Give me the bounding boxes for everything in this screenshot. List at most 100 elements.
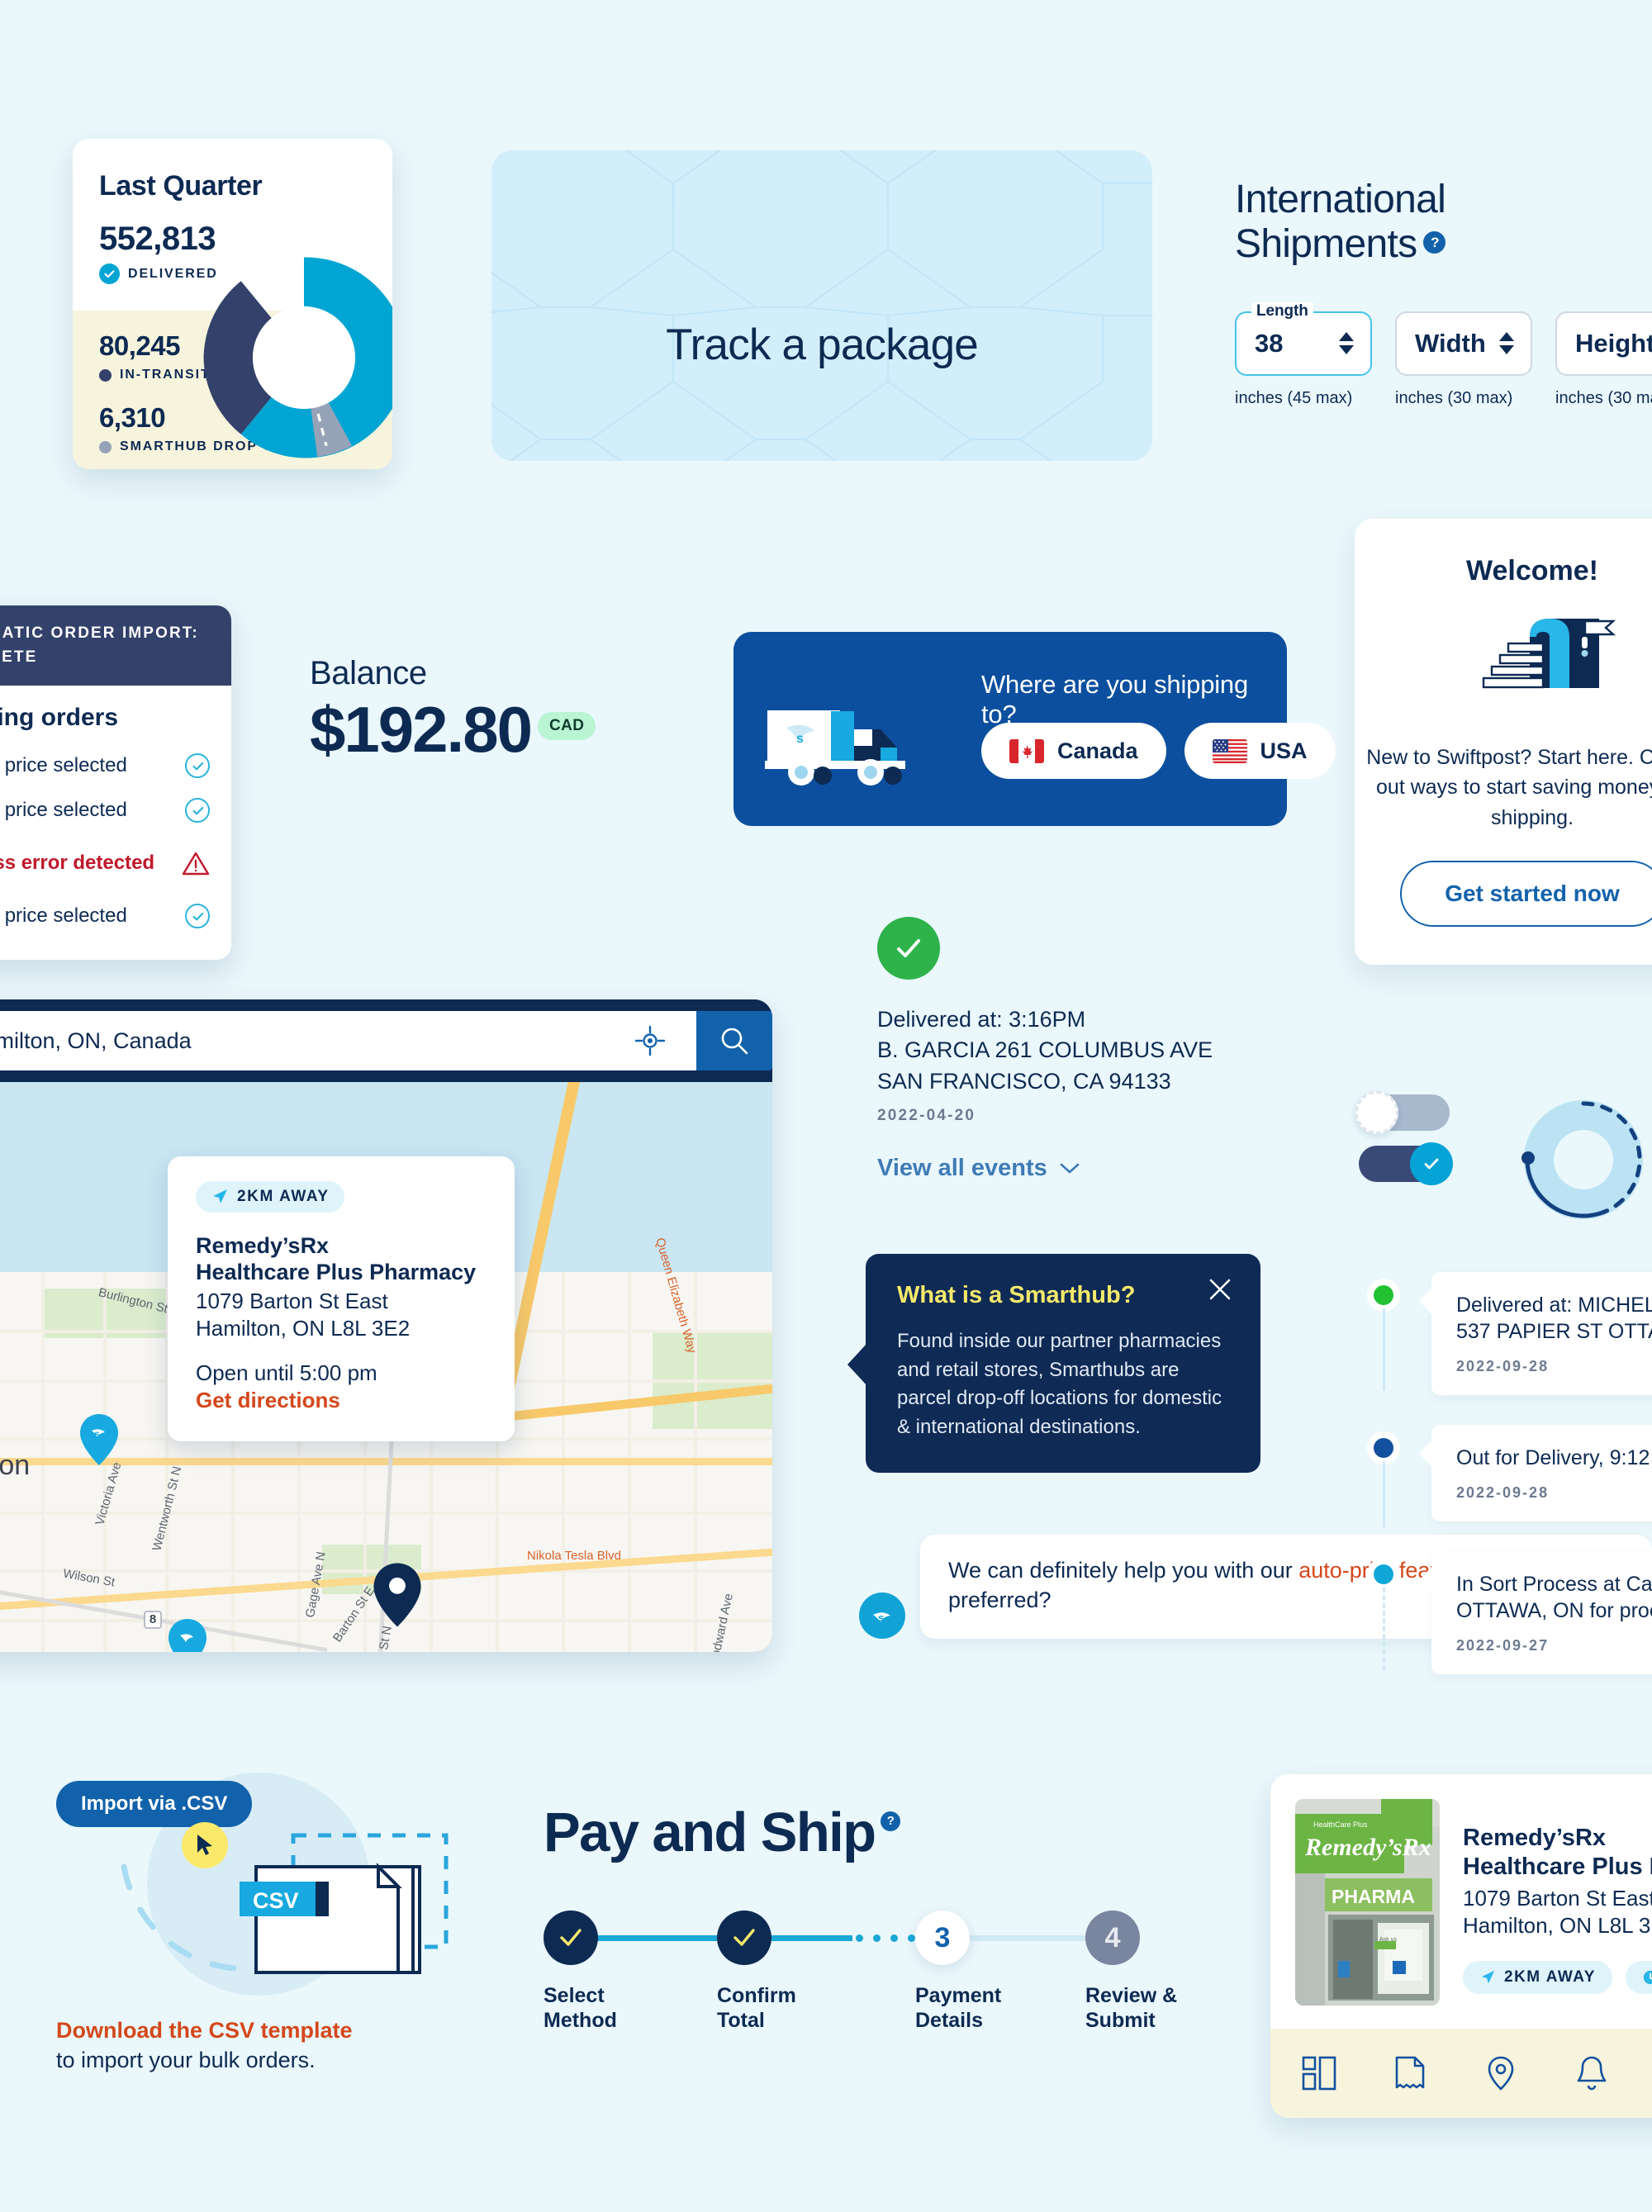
check-circle-icon [185, 904, 210, 928]
question-mark-icon[interactable]: ? [880, 1811, 900, 1831]
height-hint: inches (30 max) [1555, 388, 1652, 407]
get-directions-link[interactable]: Get directions [196, 1388, 487, 1413]
step-4[interactable]: 4 Review & Submit [1085, 1911, 1201, 2033]
step-2-label: Confirm Total [717, 1984, 796, 2032]
smarthub-map-pin[interactable]: s [78, 1412, 120, 1467]
smarthub-map-widget: Hamilton, ON, Canada [0, 999, 772, 1652]
country-option-canada[interactable]: Canada [981, 723, 1166, 779]
toggle-knob [1410, 1142, 1453, 1185]
navigation-arrow-icon [1481, 1970, 1495, 1984]
import-via-csv-button[interactable]: Import via .CSV [56, 1781, 253, 1827]
store-detail-info: Remedy’sRx Healthcare Plus Pharmacy 1079… [1463, 1799, 1652, 2006]
width-stepper[interactable] [1499, 332, 1514, 354]
balance-row: $192.80 CAD [310, 697, 596, 762]
height-field-group: Height inches (30 max) [1555, 311, 1652, 408]
timeline-connector [1383, 1308, 1385, 1391]
length-hint: inches (45 max) [1235, 388, 1353, 407]
smarthub-map-pin[interactable] [167, 1617, 208, 1652]
map-pin-icon[interactable] [1482, 2054, 1520, 2092]
step-1[interactable]: Select Method [544, 1911, 659, 2033]
step-3[interactable]: 3 Payment Details [915, 1911, 1031, 2033]
download-csv-template-link[interactable]: Download the CSV template [56, 2015, 353, 2045]
csv-file-label: CSV [253, 1888, 299, 1913]
close-icon[interactable] [1208, 1277, 1232, 1302]
map-canvas[interactable]: Hamilton Burlington St E Victoria Ave Wi… [0, 1082, 772, 1652]
receipt-icon[interactable] [1391, 2054, 1429, 2092]
pending-orders-title: Pending orders [0, 704, 119, 731]
step-2[interactable]: Confirm Total [717, 1911, 833, 2033]
cursor-icon [182, 1822, 228, 1868]
width-field-group: Width inches (30 max) [1395, 311, 1532, 408]
bell-icon[interactable] [1573, 2054, 1611, 2092]
timeline-text: In Sort Process at Can OTTAWA, ON for pr… [1456, 1573, 1652, 1622]
bottom-navigation-bar [1270, 2029, 1652, 2118]
get-started-button[interactable]: Get started now [1400, 860, 1652, 927]
store-address: 1079 Barton St East Hamilton, ON L8L 3E2 [1463, 1885, 1652, 1938]
step-1-indicator [544, 1911, 598, 1965]
map-search-input[interactable]: Hamilton, ON, Canada [0, 1011, 696, 1070]
pending-order-row[interactable]: Lowest price selected [0, 788, 210, 833]
navy-dot-icon [99, 368, 112, 382]
step-4-label: Review & Submit [1085, 1984, 1178, 2032]
map-search-bar: Hamilton, ON, Canada [0, 999, 772, 1082]
csv-caption: Download the CSV template to import your… [56, 2015, 353, 2076]
pending-order-row[interactable]: Address error detected [0, 833, 210, 894]
welcome-card: Welcome! New to Swiftpost? Start here. C… [1355, 519, 1652, 965]
width-value: Width [1415, 328, 1486, 358]
shipping-destination-panel: s Where are you shipping to? Canada USA [733, 632, 1336, 826]
toggle-switch-on[interactable] [1359, 1142, 1453, 1185]
csv-import-illustration: CSV Import via .CSV Download the CSV tem… [50, 1768, 479, 2098]
pending-order-row[interactable]: Lowest price selected [0, 743, 210, 788]
delivery-donut-chart [203, 257, 392, 458]
question-mark-icon[interactable]: ? [1423, 230, 1446, 254]
country-option-label: Canada [1057, 738, 1138, 763]
clock-icon [1643, 1970, 1652, 1985]
selected-map-pin[interactable] [372, 1561, 423, 1629]
balance-label: Balance [310, 655, 427, 691]
length-legend: Length [1251, 301, 1313, 320]
shipping-destination-options: Canada USA [981, 723, 1336, 779]
pending-order-label: Lowest price selected [0, 799, 127, 821]
dashboard-icon[interactable] [1300, 2054, 1338, 2092]
mailbox-stairs-illustration [1437, 615, 1627, 714]
svg-text:s: s [796, 732, 804, 746]
toggle-switch-off[interactable] [1355, 1091, 1450, 1134]
timeline-text: Delivered at: MICHEL 537 PAPIER ST OTTAW… [1456, 1293, 1652, 1343]
length-input[interactable]: Length 38 [1235, 301, 1372, 376]
svg-text:Remedy’sRx: Remedy’sRx [1304, 1834, 1431, 1861]
step-1-label: Select Method [544, 1984, 617, 2032]
country-option-usa[interactable]: USA [1184, 723, 1336, 779]
timeline-item: Out for Delivery, 9:12 2022-09-28 [1367, 1425, 1652, 1527]
map-label-city: Hamilton [0, 1450, 31, 1481]
height-input[interactable]: Height [1555, 311, 1652, 376]
checkout-stepper: Select Method Confirm Total 3 Payment De… [544, 1911, 1177, 2051]
store-chip-row: 2KM AWAY OPEN NOW [1463, 1961, 1652, 1995]
country-option-label: USA [1260, 738, 1308, 763]
popup-store-hours: Open until 5:00 pm [196, 1360, 377, 1386]
shipping-destination-question: Where are you shipping to? [981, 670, 1249, 729]
pending-order-row[interactable]: Lowest price selected [0, 894, 210, 938]
pay-and-ship-title: Pay and Ship? [544, 1801, 1138, 1864]
check-circle-icon [185, 753, 210, 778]
delivery-truck-icon: s [765, 710, 905, 786]
last-quarter-card: Last Quarter 552,813 DELIVERED 80,245 IN… [73, 139, 392, 469]
last-quarter-title: Last Quarter [99, 170, 263, 202]
check-icon [560, 1929, 582, 1946]
order-import-status-text: AUTOMATIC ORDER IMPORT: COMPLETE [0, 624, 199, 666]
view-all-events-label: View all events [877, 1154, 1047, 1181]
length-stepper[interactable] [1339, 332, 1354, 354]
smarthub-map-pin[interactable] [0, 1594, 2, 1649]
smarthub-info-tooltip: What is a Smarthub? Found inside our par… [847, 1254, 1260, 1474]
crosshair-icon[interactable] [634, 1024, 667, 1057]
delivered-city: SAN FRANCISCO, CA 94133 [877, 1068, 1171, 1094]
timeline-text: Out for Delivery, 9:12 [1456, 1446, 1650, 1469]
view-all-events-link[interactable]: View all events [877, 1155, 1213, 1182]
timeline-connector [1383, 1588, 1385, 1670]
map-search-button[interactable] [696, 1011, 772, 1070]
delivered-date: 2022-04-20 [877, 1106, 976, 1124]
welcome-body-text: New to Swiftpost? Start here. Check out … [1366, 746, 1652, 829]
width-input[interactable]: Width [1395, 311, 1532, 376]
check-circle-icon [99, 263, 120, 284]
popup-store-name: Remedy’sRx Healthcare Plus Pharmacy [196, 1233, 477, 1285]
timeline-item: Delivered at: MICHEL 537 PAPIER ST OTTAW… [1367, 1272, 1652, 1395]
